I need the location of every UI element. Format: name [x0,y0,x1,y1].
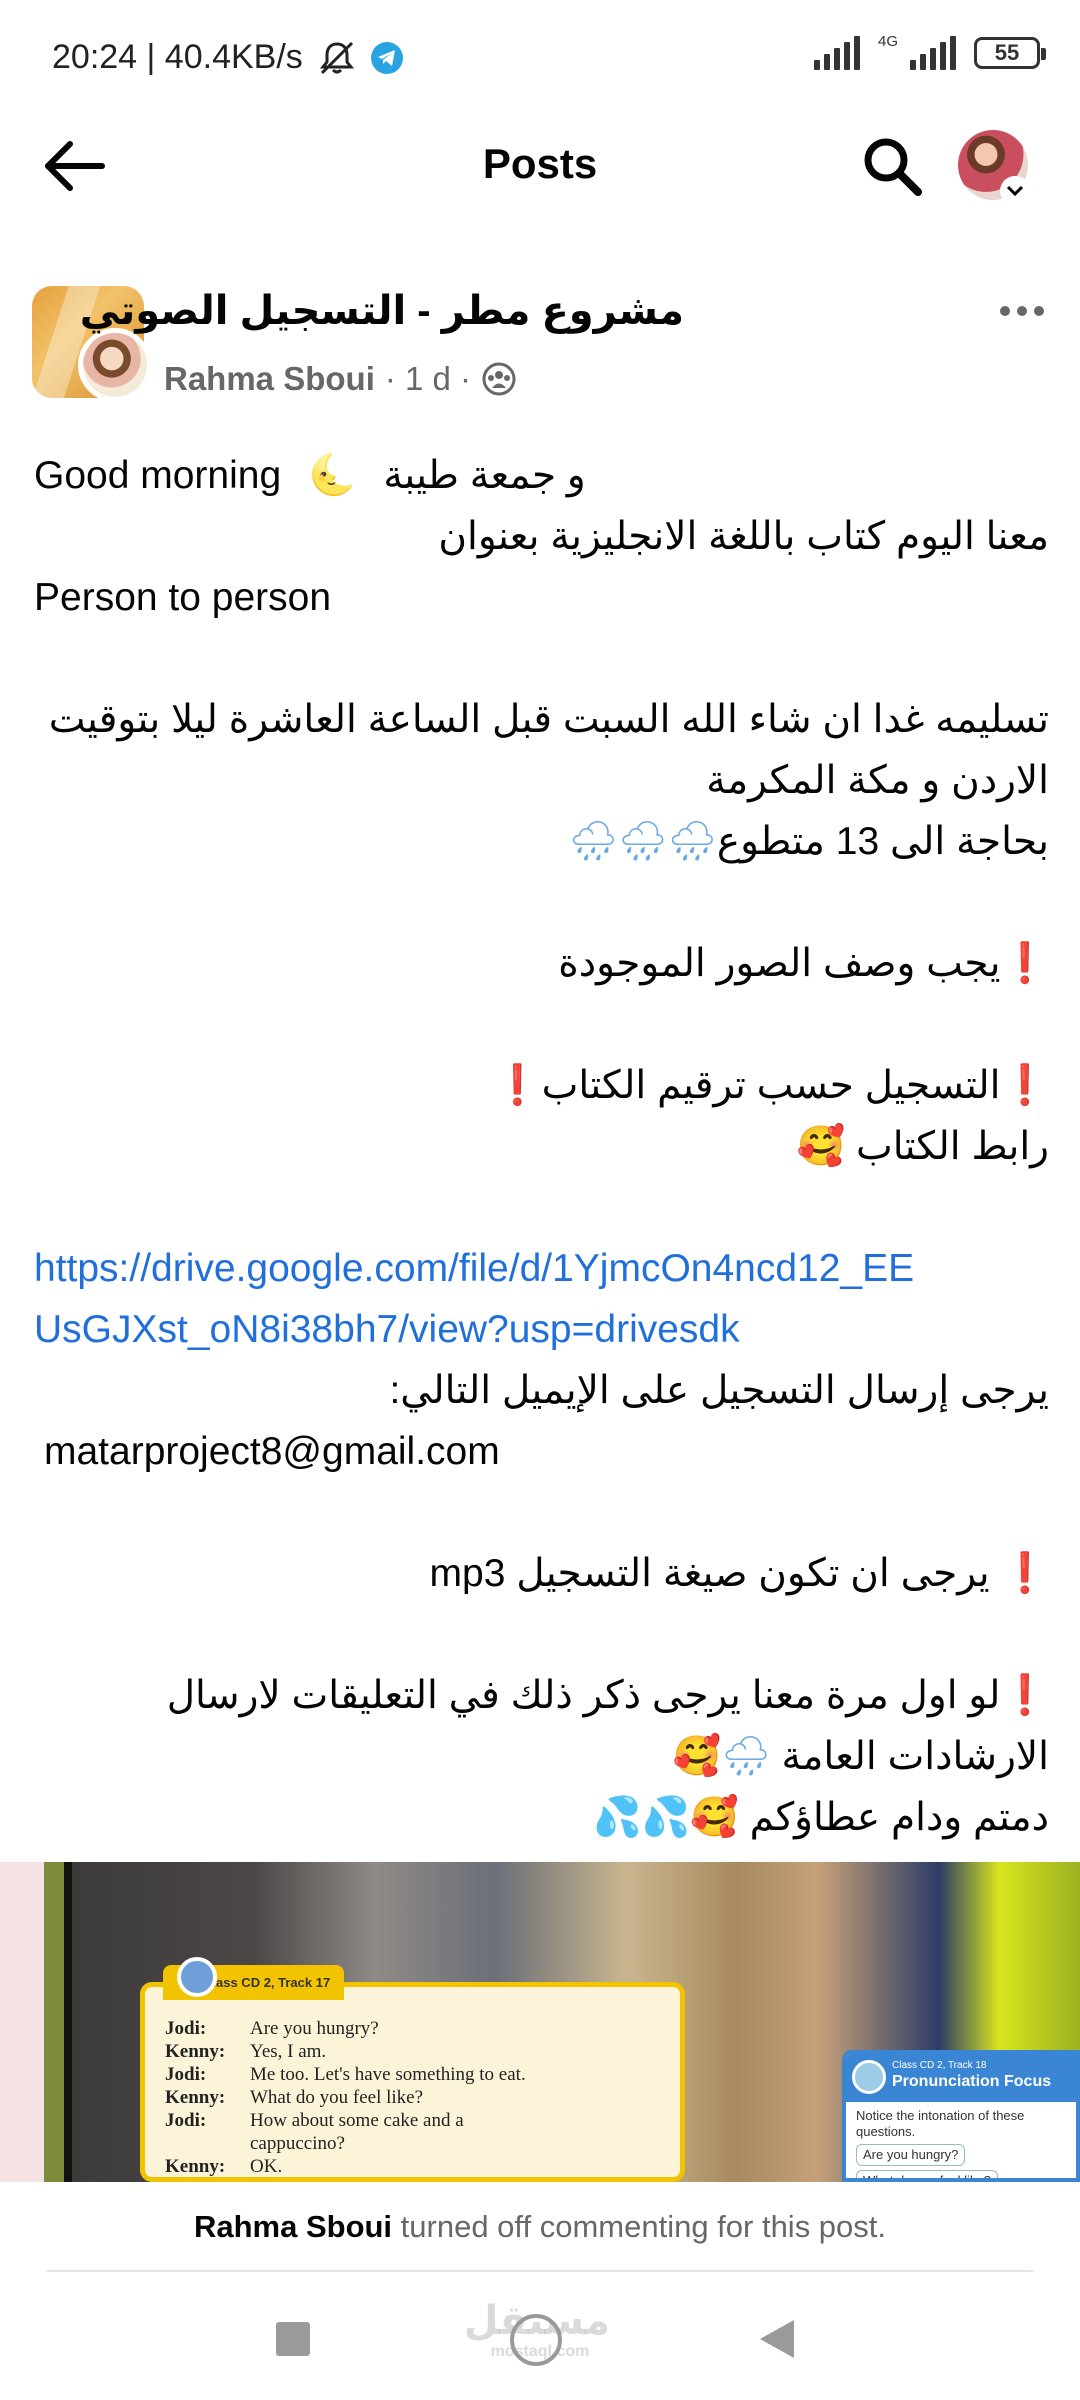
volunteers-text: بحاجة الى 13 متطوع [716,820,1049,863]
body-line-19: ❗ يرجى ان تكون صيغة التسجيل mp3 [34,1543,1049,1604]
numbering-text: التسجيل حسب ترقيم الكتاب [541,1064,1001,1107]
hearts-droplets-emoji-icon: 🥰💦💦 [593,1795,739,1840]
smiling-hearts-emoji-icon: 🥰 [796,1124,846,1169]
signal-icon [813,36,860,70]
battery-level: 55 [994,40,1020,65]
search-icon [864,138,922,196]
first-time-text: لو اول مرة معنا يرجى ذكر ذلك في التعليقا… [166,1674,1001,1717]
body-line-2: معنا اليوم كتاب باللغة الانجليزية بعنوان [438,515,1049,558]
body-line-23: دمتم ودام عطاؤكم 🥰💦💦 [34,1787,1049,1848]
post-meta: Rahma Sboui · 1 d · [164,360,517,398]
describe-images-text: يجب وصف الصور الموجودة [558,942,1001,985]
exclamation-emoji-icon: ❗ [493,1063,542,1108]
drive-link-line-1[interactable]: https://drive.google.com/file/d/1YjmcOn4… [34,1238,1049,1299]
text-good-morning: Good morning [34,454,282,497]
chevron-down-icon[interactable] [1000,176,1030,206]
dialogue-card: Class CD 2, Track 17 Jodi: Are you hungry… [140,1957,685,2182]
body-line-9: ❗يجب وصف الصور الموجودة [34,933,1049,994]
rain-heart-emoji-icon: 🌧🥰 [672,1734,771,1779]
body-line-5: تسليمه غدا ان شاء الله السبت قبل الساعة … [48,698,1049,741]
status-bar: 20:24 | 40.4KB/s 4G 55 [0,0,1080,120]
exclamation-emoji-icon: ❗ [1000,1551,1049,1596]
notice-author[interactable]: Rahma Sboui [194,2209,392,2244]
exclamation-emoji-icon: ❗ [1000,941,1049,986]
drive-link-line-2[interactable]: UsGJXst_oN8i38bh7/view?usp=drivesdk [34,1299,1049,1360]
rain-cloud-emoji-icon: 🌧🌧🌧 [568,819,717,864]
moon-emoji-icon: 🌜 [307,453,357,498]
group-name[interactable]: مشروع مطر - التسجيل الصوتي [80,288,684,334]
exclamation-emoji-icon: ❗ [1000,1673,1049,1718]
mute-icon [319,41,354,74]
body-line-16: يرجى إرسال التسجيل على الإيميل التالي: [389,1369,1049,1412]
body-line-6: الاردن و مكة المكرمة [706,759,1049,802]
text-jumaa: و جمعة طيبة [383,454,586,497]
post-author[interactable]: Rahma Sboui [164,360,375,398]
status-left: 20:24 | 40.4KB/s [52,38,403,77]
group-members-icon [482,362,516,396]
status-right: 4G 55 [813,32,1046,70]
system-nav-bar: مستقل mostaql.com [0,2272,1080,2400]
telegram-icon [370,41,403,74]
body-line-22: الارشادات العامة 🌧🥰 [34,1726,1049,1787]
battery-icon: 55 [974,37,1046,69]
home-button[interactable] [510,2314,562,2366]
body-line-7: بحاجة الى 13 متطوع🌧🌧🌧 [34,811,1049,872]
body-line-1: Good morning 🌜 و جمعة طيبة [34,445,1049,506]
cd-icon [177,1957,217,1997]
nav-back-button[interactable] [760,2320,794,2358]
top-app-bar: Posts [0,120,1080,210]
more-options-button[interactable] [1000,296,1050,326]
format-text: يرجى ان تكون صيغة التسجيل mp3 [429,1552,990,1595]
book-link-label: رابط الكتاب [855,1125,1049,1168]
status-time-speed: 20:24 | 40.4KB/s [52,38,303,76]
body-line-21: ❗لو اول مرة معنا يرجى ذكر ذلك في التعليق… [34,1665,1049,1726]
cd-icon [852,2060,886,2094]
comments-off-notice: Rahma Sboui turned off commenting for th… [0,2182,1080,2272]
closing-text: دمتم ودام عطاؤكم [749,1796,1049,1839]
exclamation-emoji-icon: ❗ [1000,1063,1049,1108]
recents-button[interactable] [276,2322,310,2356]
search-button[interactable] [860,134,924,198]
guidelines-text: الارشادات العامة [781,1735,1049,1778]
notice-text: turned off commenting for this post. [392,2209,887,2244]
author-avatar[interactable] [78,328,152,402]
body-line-11: ❗التسجيل حسب ترقيم الكتاب❗ [34,1055,1049,1116]
post-time[interactable]: · 1 d · [385,360,471,398]
body-line-3: Person to person [34,576,332,619]
network-type: 4G [877,32,898,50]
signal-icon-2 [910,36,956,70]
post-body: Good morning 🌜 و جمعة طيبة معنا اليوم كت… [34,445,1049,1848]
body-line-12: رابط الكتاب 🥰 [34,1116,1049,1177]
post-image[interactable]: Class CD 2, Track 17 Jodi: Are you hungry… [0,1862,1080,2182]
pronunciation-card: Class CD 2, Track 18 Pronunciation Focus… [842,2050,1080,2182]
email-address: matarproject8@gmail.com [44,1430,500,1473]
